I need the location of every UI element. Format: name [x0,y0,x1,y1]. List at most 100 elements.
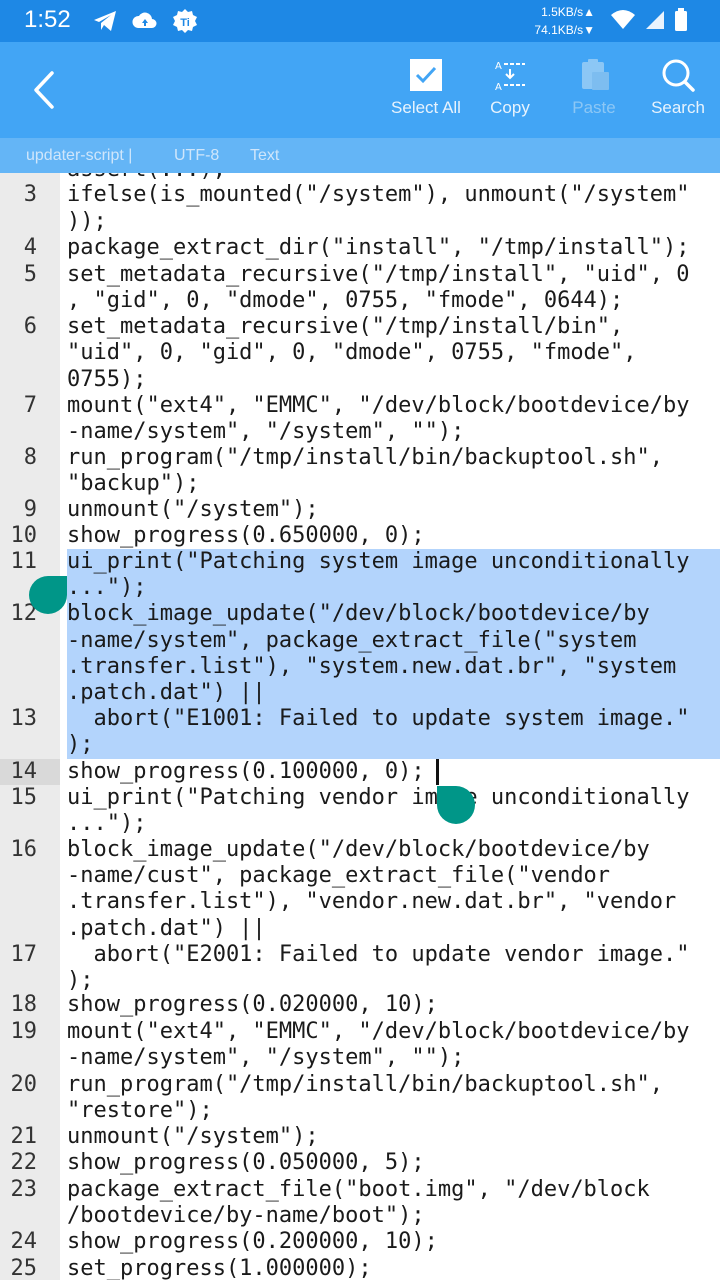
telegram-icon [94,11,116,31]
code-line[interactable]: .transfer.list"), "vendor.new.dat.br", "… [67,889,676,915]
code-line[interactable]: .transfer.list"), "system.new.dat.br", "… [67,654,676,680]
code-line[interactable]: "restore"); [67,1098,213,1124]
code-line[interactable]: ui_print("Patching vendor image uncondit… [67,785,690,811]
paste-label: Paste [572,98,616,117]
line-number: 16 [10,837,38,862]
line-number: 25 [10,1256,38,1280]
cloud-upload-icon [132,12,157,28]
code-line[interactable]: show_progress(0.050000, 5); [67,1150,425,1176]
line-number: 8 [23,445,37,470]
code-line[interactable]: ..."); [67,575,146,601]
status-bar: 1:52 Ti 1.5KB/s▲ 74.1KB/s▼ [0,0,720,42]
code-line[interactable]: mount("ext4", "EMMC", "/dev/block/bootde… [67,1019,690,1045]
line-number: 15 [10,785,38,810]
line-number: 5 [23,262,37,287]
line-number: 23 [10,1177,38,1202]
code-line[interactable]: set_progress(1.000000); [67,1256,372,1280]
mode-selector[interactable]: Text [250,147,279,165]
code-line[interactable]: -name/system", "/system", ""); [67,1045,464,1071]
select-all-icon [410,59,442,91]
download-speed: 74.1KB/s▼ [534,23,595,37]
line-number: 19 [10,1019,38,1044]
file-info-bar: updater-script | UTF-8 Text [0,138,720,173]
line-number: 4 [23,235,37,260]
code-line[interactable]: package_extract_file("boot.img", "/dev/b… [67,1177,650,1203]
code-line[interactable]: , "gid", 0, "dmode", 0755, "fmode", 0644… [67,288,623,314]
arrow-back-icon [34,71,54,109]
code-line[interactable]: 0755); [67,367,146,393]
svg-text:Ti: Ti [180,17,190,29]
copy-icon: A A [495,61,525,92]
code-line[interactable]: .patch.dat") || [67,680,266,706]
wifi-icon [611,10,635,29]
code-line[interactable]: ui_print("Patching system image uncondit… [67,549,690,575]
code-line[interactable]: show_progress(0.020000, 10); [67,992,438,1018]
code-line[interactable]: /bootdevice/by-name/boot"); [67,1203,425,1229]
code-line[interactable]: package_extract_dir("install", "/tmp/ins… [67,235,690,261]
line-number: 22 [10,1150,38,1175]
line-number: 3 [23,182,37,207]
line-number: 18 [10,992,38,1017]
line-number: 20 [10,1072,38,1097]
line-number: 11 [10,549,38,574]
battery-icon [675,8,687,31]
text-cursor [436,759,439,785]
line-number: 21 [10,1124,38,1149]
upload-speed: 1.5KB/s▲ [541,5,595,19]
select-all-label: Select All [391,98,461,117]
line-number: 10 [10,523,38,548]
selection-end-handle[interactable] [437,786,475,824]
code-line[interactable]: ); [67,732,94,758]
code-line[interactable]: unmount("/system"); [67,497,319,523]
code-line[interactable]: show_progress(0.650000, 0); [67,523,425,549]
network-speed: 1.5KB/s▲ 74.1KB/s▼ [505,3,595,39]
code-line[interactable]: -name/cust", package_extract_file("vendo… [67,863,610,889]
code-line[interactable]: block_image_update("/dev/block/bootdevic… [67,601,650,627]
code-line[interactable]: unmount("/system"); [67,1124,319,1150]
line-number: 13 [10,706,38,731]
code-line[interactable]: set_metadata_recursive("/tmp/install", "… [67,262,690,288]
code-line[interactable]: .patch.dat") || [67,916,266,942]
code-editor[interactable]: 3 4 5 6 7 8 9 10 11 12 13 14 15 16 17 18 19 20 21 22 23 24 25 … [0,173,720,1280]
signal-icon [646,11,664,29]
code-line[interactable]: mount("ext4", "EMMC", "/dev/block/bootde… [67,393,690,419]
code-line[interactable]: "uid", 0, "gid", 0, "dmode", 0755, "fmod… [67,340,637,366]
code-line[interactable]: abort("E2001: Failed to update vendor im… [67,942,689,968]
code-line[interactable]: -name/system", "/system", ""); [67,419,464,445]
search-button[interactable]: Search [633,54,720,130]
code-line[interactable]: show_progress(0.200000, 10); [67,1229,438,1255]
paste-button[interactable]: Paste [549,54,639,130]
ti-app-icon: Ti [173,9,197,33]
line-number: 17 [10,942,38,967]
code-line[interactable]: ifelse(is_mounted("/system"), unmount("/… [67,182,690,208]
paste-icon [582,59,609,90]
notification-icons: Ti [92,8,198,34]
status-time: 1:52 [24,6,71,33]
select-all-button[interactable]: Select All [381,54,471,130]
code-line[interactable]: abort("E1001: Failed to update system im… [67,706,689,732]
search-icon [662,59,695,92]
line-number: 7 [23,393,37,418]
code-line[interactable]: set_metadata_recursive("/tmp/install/bin… [67,314,623,340]
code-line[interactable]: run_program("/tmp/install/bin/backuptool… [67,445,663,471]
encoding-selector[interactable]: UTF-8 [174,147,219,165]
line-number: 6 [23,314,37,339]
code-line[interactable]: block_image_update("/dev/block/bootdevic… [67,837,650,863]
file-name: updater-script | [26,147,133,164]
copy-button[interactable]: A A Copy [465,54,555,130]
search-label: Search [651,98,705,117]
editor-toolbar: Select All A A Copy Paste Search [0,42,720,138]
back-button[interactable] [20,66,68,114]
code-line[interactable]: )); [67,209,107,235]
system-icons [610,8,688,32]
code-line[interactable]: ..."); [67,811,146,837]
code-line[interactable]: show_progress(0.100000, 0); [67,759,425,785]
line-number: 9 [23,497,37,522]
code-line[interactable]: "backup"); [67,471,199,497]
code-line[interactable]: -name/system", package_extract_file("sys… [67,628,637,654]
svg-text:A: A [495,61,502,72]
code-line[interactable]: run_program("/tmp/install/bin/backuptool… [67,1072,663,1098]
svg-text:A: A [495,82,502,92]
selection-start-handle[interactable] [29,576,67,614]
code-line[interactable]: ); [67,968,94,994]
